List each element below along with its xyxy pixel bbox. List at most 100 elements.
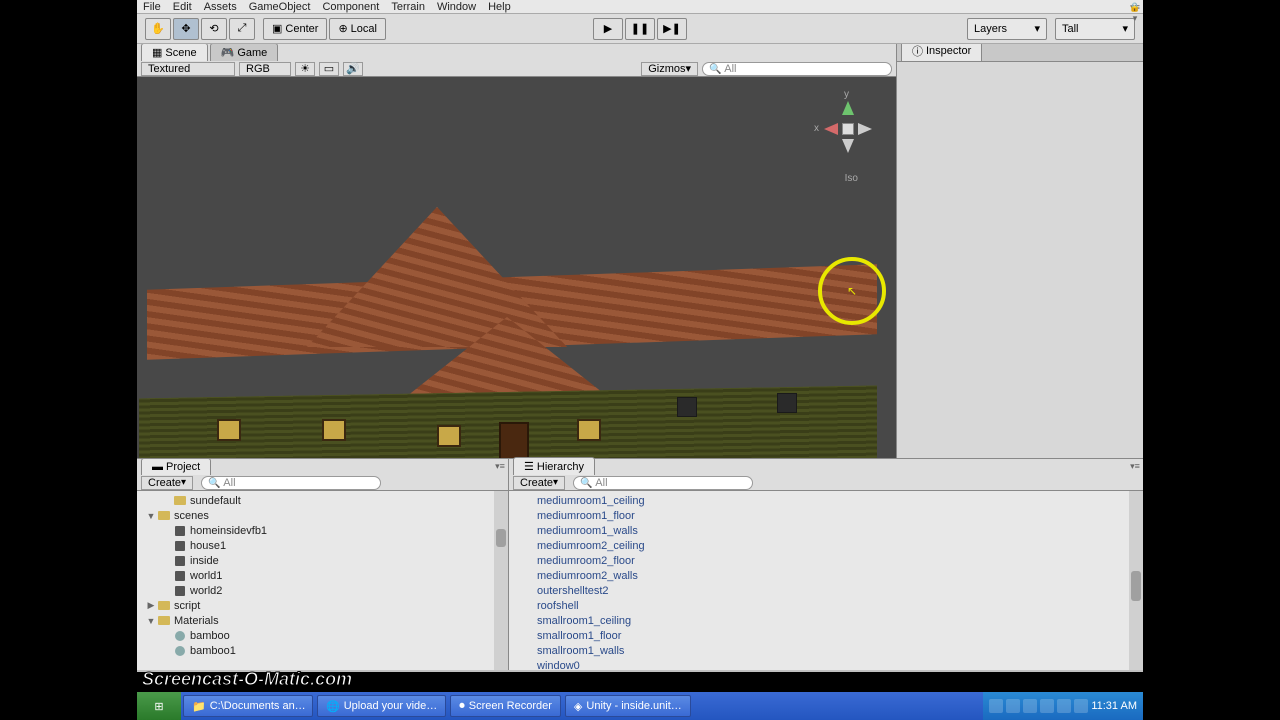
tray-icon[interactable] — [1006, 699, 1020, 713]
rotate-tool[interactable]: ⟲ — [201, 18, 227, 40]
start-button[interactable]: ⊞ — [137, 692, 181, 720]
hierarchy-item[interactable]: outershelltest2 — [509, 583, 1143, 598]
system-tray[interactable]: 11:31 AM — [983, 692, 1143, 720]
projection-label[interactable]: Iso — [845, 173, 858, 184]
hierarchy-item[interactable]: mediumroom1_walls — [509, 523, 1143, 538]
tree-label: bamboo1 — [190, 645, 236, 657]
gizmos-dropdown[interactable]: Gizmos ▾ — [641, 62, 698, 76]
tree-item[interactable]: ▼scenes — [137, 508, 508, 523]
project-tree[interactable]: sundefault▼sceneshomeinsidevfb1 house1ins… — [137, 491, 508, 670]
hand-tool[interactable]: ✋ — [145, 18, 171, 40]
hierarchy-item[interactable]: smallroom1_walls — [509, 643, 1143, 658]
chevron-down-icon: ▾ — [1034, 22, 1040, 35]
scene-search[interactable]: 🔍 All — [702, 62, 892, 76]
hierarchy-item[interactable]: smallroom1_ceiling — [509, 613, 1143, 628]
menu-gameobject[interactable]: GameObject — [249, 1, 311, 13]
pause-button[interactable]: ❚❚ — [625, 18, 655, 40]
tab-scene[interactable]: ▦Scene — [141, 43, 208, 61]
folder-icon — [158, 601, 170, 610]
hierarchy-scrollbar[interactable] — [1129, 491, 1143, 670]
folder-icon — [174, 496, 186, 505]
tab-hierarchy[interactable]: ☰Hierarchy — [513, 457, 595, 475]
menu-file[interactable]: File — [143, 1, 161, 13]
hierarchy-item[interactable]: window0 — [509, 658, 1143, 670]
tree-item[interactable]: ▶ script — [137, 598, 508, 613]
inspector-menu[interactable]: 🔒▾ — [1129, 2, 1141, 12]
scale-tool[interactable]: ⤢ — [229, 18, 255, 40]
audio-toggle[interactable]: 🔊 — [343, 62, 363, 76]
tree-item[interactable]: ▼Materials — [137, 613, 508, 628]
hierarchy-item[interactable]: mediumroom1_floor — [509, 508, 1143, 523]
taskbar-item[interactable]: ◈Unity - inside.unit… — [565, 695, 691, 717]
hierarchy-item[interactable]: mediumroom2_ceiling — [509, 538, 1143, 553]
axis-gizmo[interactable]: y x — [816, 87, 876, 177]
render-mode-dropdown[interactable]: Textured — [141, 62, 235, 76]
tree-label: script — [174, 600, 200, 612]
project-menu[interactable]: ▾≡ — [494, 461, 506, 471]
taskbar-item[interactable]: 📁C:\Documents an… — [183, 695, 313, 717]
folder-icon: ▬ — [152, 461, 163, 473]
project-search[interactable]: 🔍 All — [201, 476, 381, 490]
handle-toggle[interactable]: ⊕Local — [329, 18, 386, 40]
tree-label: house1 — [190, 540, 226, 552]
hierarchy-panel: ☰Hierarchy ▾≡ Create ▾ 🔍 All mediumroom1… — [509, 459, 1143, 670]
folder-icon — [158, 511, 170, 520]
tree-item[interactable]: sundefault — [137, 493, 508, 508]
tray-icon[interactable] — [1023, 699, 1037, 713]
layout-dropdown[interactable]: Tall▾ — [1055, 18, 1135, 40]
twisty-icon[interactable]: ▼ — [145, 511, 157, 521]
tree-item[interactable]: bamboo1 — [137, 643, 508, 658]
tree-item[interactable]: world1 — [137, 568, 508, 583]
clock[interactable]: 11:31 AM — [1091, 700, 1137, 712]
audio-icon: 🔊 — [346, 62, 360, 75]
menu-edit[interactable]: Edit — [173, 1, 192, 13]
light-toggle[interactable]: ☀ — [295, 62, 315, 76]
hierarchy-search[interactable]: 🔍 All — [573, 476, 753, 490]
project-scrollbar[interactable] — [494, 491, 508, 670]
tab-project[interactable]: ▬Project — [141, 458, 211, 475]
hierarchy-menu[interactable]: ▾≡ — [1129, 461, 1141, 471]
taskbar-item[interactable]: 🌐Upload your vide… — [317, 695, 446, 717]
hierarchy-item[interactable]: mediumroom2_floor — [509, 553, 1143, 568]
tree-item[interactable]: bamboo — [137, 628, 508, 643]
hierarchy-tree[interactable]: mediumroom1_ceilingmediumroom1_floormedi… — [509, 491, 1143, 670]
chevron-down-icon: ▾ — [1122, 22, 1128, 35]
hierarchy-item[interactable]: smallroom1_floor — [509, 628, 1143, 643]
tree-item[interactable]: world2 — [137, 583, 508, 598]
tree-item[interactable]: house1 — [137, 538, 508, 553]
step-button[interactable]: ▶❚ — [657, 18, 687, 40]
hierarchy-create[interactable]: Create ▾ — [513, 476, 565, 490]
layers-dropdown[interactable]: Layers▾ — [967, 18, 1047, 40]
menu-window[interactable]: Window — [437, 1, 476, 13]
play-icon: ▶ — [604, 22, 612, 35]
hierarchy-item[interactable]: mediumroom2_walls — [509, 568, 1143, 583]
menu-component[interactable]: Component — [322, 1, 379, 13]
tree-item[interactable]: homeinsidevfb1 — [137, 523, 508, 538]
menu-assets[interactable]: Assets — [204, 1, 237, 13]
move-tool[interactable]: ✥ — [173, 18, 199, 40]
project-create[interactable]: Create ▾ — [141, 476, 193, 490]
sky-toggle[interactable]: ▭ — [319, 62, 339, 76]
tab-game[interactable]: 🎮Game — [210, 43, 279, 61]
scene-viewport[interactable]: ↖ y x Iso — [137, 77, 896, 458]
menu-terrain[interactable]: Terrain — [391, 1, 425, 13]
tray-icon[interactable] — [1057, 699, 1071, 713]
menu-bar: File Edit Assets GameObject Component Te… — [137, 0, 1143, 14]
hierarchy-item[interactable]: roofshell — [509, 598, 1143, 613]
tray-icon[interactable] — [989, 699, 1003, 713]
watermark: Screencast-O-Matic.com — [142, 669, 352, 690]
tray-icon[interactable] — [1040, 699, 1054, 713]
tree-item[interactable]: inside — [137, 553, 508, 568]
folder-icon — [158, 616, 170, 625]
twisty-icon[interactable]: ▶ — [145, 600, 157, 611]
menu-help[interactable]: Help — [488, 1, 511, 13]
color-mode-dropdown[interactable]: RGB — [239, 62, 291, 76]
twisty-icon[interactable]: ▼ — [145, 616, 157, 626]
play-button[interactable]: ▶ — [593, 18, 623, 40]
hierarchy-item[interactable]: mediumroom1_ceiling — [509, 493, 1143, 508]
tray-icon[interactable] — [1074, 699, 1088, 713]
unity-scene-icon — [175, 571, 185, 581]
taskbar-item[interactable]: ⏺Screen Recorder — [450, 695, 561, 717]
center-icon: ▣ — [272, 22, 282, 35]
pivot-toggle[interactable]: ▣Center — [263, 18, 327, 40]
